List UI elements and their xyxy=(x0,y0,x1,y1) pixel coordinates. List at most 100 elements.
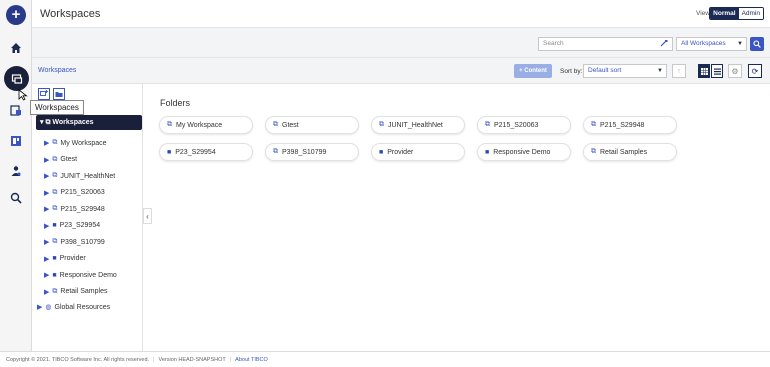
add-icon[interactable]: + xyxy=(6,5,26,25)
dashboard-icon[interactable] xyxy=(6,131,26,151)
tree-item-label: JUNIT_HealthNet xyxy=(60,172,116,180)
caret-right-icon: ▶ xyxy=(44,272,50,279)
tree-item[interactable]: ▶ ■ Responsive Demo xyxy=(44,268,117,282)
folder-card[interactable]: ⧉ Gtest xyxy=(265,116,359,134)
tree-item[interactable]: ▶ ⧉ P215_S29948 xyxy=(44,202,105,216)
folder-card-label: Responsive Demo xyxy=(493,148,551,156)
search-scope-select[interactable]: All Workspaces ▼ xyxy=(676,37,747,51)
workspace-icon: ⧉ xyxy=(273,148,278,155)
tree-item[interactable]: ▶ ⧉ Retail Samples xyxy=(44,285,107,299)
search-scope-value: All Workspaces xyxy=(681,40,726,47)
folder-card-label: JUNIT_HealthNet xyxy=(388,121,443,129)
tree-item-label: P23_S29954 xyxy=(59,222,101,229)
caret-right-icon: ▶ xyxy=(44,156,50,164)
workspaces-icon[interactable] xyxy=(4,66,29,91)
sort-value: Default sort xyxy=(588,67,622,74)
folder-card-label: Gtest xyxy=(282,121,299,129)
caret-right-icon: ▶ xyxy=(44,255,50,263)
list-icon xyxy=(713,68,721,75)
view-normal-button[interactable]: Normal xyxy=(710,8,739,19)
folder-card[interactable]: ⧉ P215_S20063 xyxy=(477,116,571,134)
folder-card[interactable]: ⧉ P215_S29948 xyxy=(583,116,677,134)
tree-item[interactable]: ▶ ⧉ My Workspace xyxy=(44,136,107,150)
mouse-cursor-icon xyxy=(18,89,28,101)
caret-right-icon: ▶ xyxy=(44,222,50,230)
folder-card-label: P398_S10799 xyxy=(282,148,327,156)
about-link[interactable]: About TIBCO xyxy=(235,357,268,363)
workspace-icon: ⧉ xyxy=(52,287,58,295)
search-icon[interactable] xyxy=(6,188,26,208)
workspace-icon: ⧉ xyxy=(52,139,58,146)
folder-icon: ■ xyxy=(167,148,172,156)
view-toggle: Normal Admin xyxy=(709,7,764,20)
refresh-button[interactable]: ⟳ xyxy=(748,64,762,78)
sort-select[interactable]: Default sort ▼ xyxy=(583,64,667,78)
new-folder-icon[interactable] xyxy=(53,88,65,100)
home-icon[interactable] xyxy=(6,38,26,58)
tree-root-workspaces[interactable]: ▾ ⧉ Workspaces xyxy=(36,115,142,130)
main-content: Folders ⧉ My Workspace ⧉ Gtest ⧉ JUNIT_Health… xyxy=(152,84,770,351)
folder-card-label: P23_S29954 xyxy=(175,148,216,156)
tree-root-label: Workspaces xyxy=(52,119,94,126)
new-workspace-icon[interactable] xyxy=(38,88,50,100)
folder-card[interactable]: ■ Responsive Demo xyxy=(477,143,571,161)
view-admin-button[interactable]: Admin xyxy=(738,8,763,19)
settings-button[interactable]: ⚙ xyxy=(728,64,742,78)
refresh-icon: ⟳ xyxy=(751,66,759,76)
tree-item[interactable]: ▶ ⧉ JUNIT_HealthNet xyxy=(44,169,115,183)
chevron-down-icon: ▼ xyxy=(737,41,743,47)
header: Workspaces View Normal Admin xyxy=(32,0,770,28)
folder-card[interactable]: ■ Provider xyxy=(371,143,465,161)
folder-icon: ■ xyxy=(485,148,490,156)
view-label: View xyxy=(696,10,710,17)
folder-icon: ■ xyxy=(52,222,57,229)
workspace-tree: ▾ ⧉ Workspaces ▶ ⧉ My Workspace ▶ ⧉ Gtest ▶ ⧉ JU… xyxy=(32,84,143,351)
collapse-panel-button[interactable]: ‹ xyxy=(143,208,152,224)
footer-separator: | xyxy=(229,356,232,363)
folder-card[interactable]: ⧉ JUNIT_HealthNet xyxy=(371,116,465,134)
gear-icon: ⚙ xyxy=(731,66,739,76)
grid-view-button[interactable] xyxy=(698,64,710,78)
tree-item-label: Provider xyxy=(59,255,86,262)
rail-tooltip: Workspaces xyxy=(30,100,84,115)
search-button[interactable] xyxy=(750,37,764,51)
tree-item[interactable]: ▶ ⧉ P398_S10799 xyxy=(44,235,105,249)
workspace-icon: ⧉ xyxy=(52,172,58,179)
workspace-icon: ⧉ xyxy=(273,121,278,128)
footer-separator: | xyxy=(153,356,155,363)
tree-item[interactable]: ▶ ⧉ P215_S20063 xyxy=(44,186,105,200)
tree-item[interactable]: ▶ ⧉ Gtest xyxy=(44,153,77,167)
add-content-button[interactable]: + Content xyxy=(514,64,552,78)
search-icon xyxy=(753,40,761,48)
folder-card[interactable]: ⧉ My Workspace xyxy=(159,116,253,134)
search-input[interactable]: Search xyxy=(538,37,673,51)
sort-direction-button[interactable]: ↑ xyxy=(672,64,686,78)
tree-item[interactable]: ▶ ■ Provider xyxy=(44,252,86,266)
tree-item[interactable]: ▶ ■ P23_S29954 xyxy=(44,219,100,233)
users-icon[interactable] xyxy=(6,161,26,181)
toolbar: Workspaces + Content Sort by: Default so… xyxy=(32,58,770,84)
tree-tools xyxy=(38,88,65,100)
caret-right-icon: ▶ xyxy=(44,189,50,197)
caret-right-icon: ▶ xyxy=(44,288,50,296)
folder-card-label: Provider xyxy=(387,148,414,156)
chevron-left-icon: ‹ xyxy=(146,211,149,221)
workspace-icon: ⧉ xyxy=(52,188,58,196)
folder-card-label: My Workspace xyxy=(176,121,223,129)
folder-card[interactable]: ⧉ Retail Samples xyxy=(583,143,677,161)
tree-item-global-resources[interactable]: ▶ ◍ Global Resources xyxy=(37,300,110,314)
repository-icon[interactable] xyxy=(6,100,26,120)
search-tool-icon[interactable] xyxy=(660,39,668,47)
version-text: Version HEAD-SNAPSHOT xyxy=(158,356,226,363)
copyright-text: Copyright © 2021. TIBCO Software Inc. Al… xyxy=(6,356,150,363)
list-view-button[interactable] xyxy=(711,64,723,78)
workspace-icon: ⧉ xyxy=(379,121,384,128)
folder-card[interactable]: ⧉ P398_S10799 xyxy=(265,143,359,161)
caret-down-icon: ▾ xyxy=(40,119,44,126)
tree-item-label: Global Resources xyxy=(54,303,111,311)
folder-card[interactable]: ■ P23_S29954 xyxy=(159,143,253,161)
search-bar: Search All Workspaces ▼ xyxy=(32,28,770,58)
breadcrumb[interactable]: Workspaces xyxy=(38,67,76,74)
workspace-icon: ⧉ xyxy=(45,119,51,126)
arrow-up-icon: ↑ xyxy=(677,67,681,75)
